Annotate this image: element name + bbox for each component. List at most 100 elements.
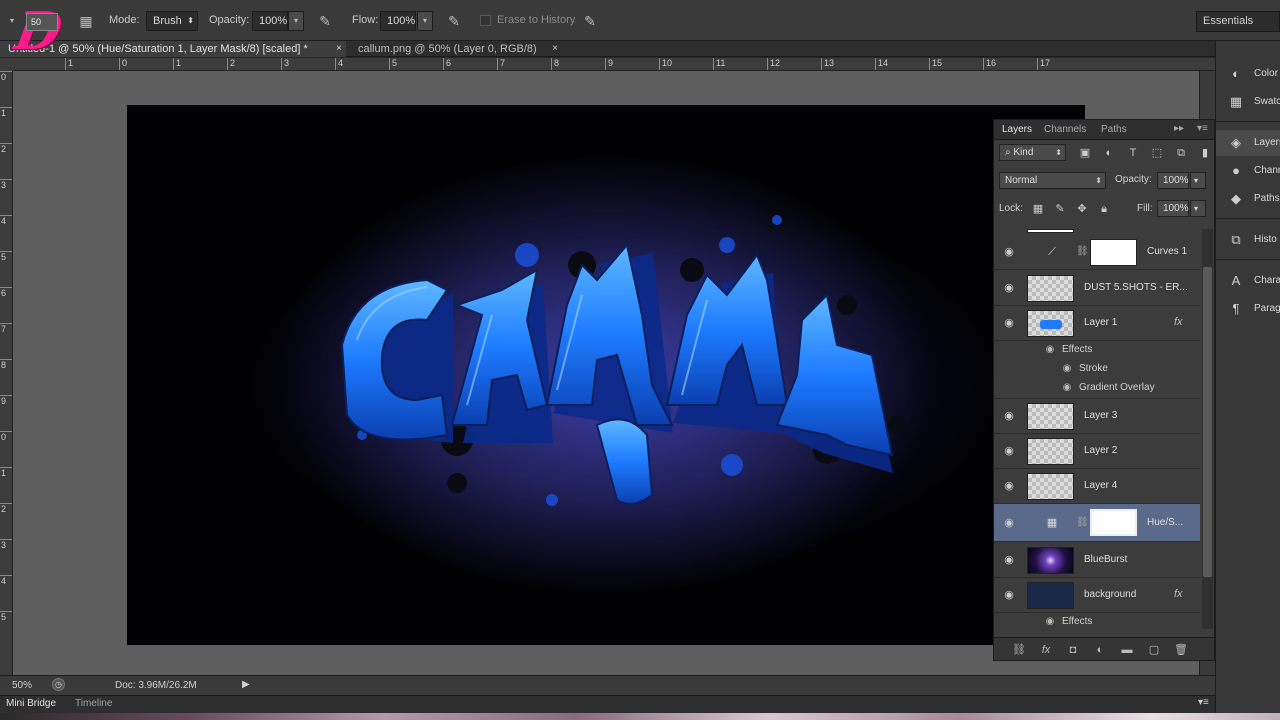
bottom-panel-menu-icon[interactable]: ▾≡ bbox=[1198, 697, 1209, 708]
blend-mode-select[interactable]: Normal ⬍ bbox=[999, 172, 1106, 189]
pressure-opacity-icon[interactable]: ✎ bbox=[315, 11, 335, 31]
layer-row-selected[interactable]: ◉ ▦ ⛓︎ Hue/S... bbox=[994, 504, 1200, 542]
status-info-icon[interactable]: ◷ bbox=[52, 678, 65, 691]
tab-mini-bridge[interactable]: Mini Bridge bbox=[6, 698, 56, 709]
filter-type-icon[interactable]: T bbox=[1125, 145, 1141, 161]
fx-icon[interactable]: fx bbox=[1174, 316, 1183, 328]
visibility-eye-icon[interactable]: ◉ bbox=[1002, 553, 1016, 567]
layer-row[interactable]: ◉ Layer 1 fx bbox=[994, 306, 1200, 341]
brush-panel-toggle-icon[interactable]: ▦ bbox=[76, 11, 96, 31]
tab-layers[interactable]: Layers bbox=[1002, 124, 1032, 135]
visibility-eye-icon[interactable]: ◉ bbox=[1002, 281, 1016, 295]
layer-row[interactable]: ◉ DUST 5.SHOTS - ER... bbox=[994, 271, 1200, 306]
layer-name[interactable]: Layer 4 bbox=[1084, 480, 1117, 491]
new-layer-icon[interactable]: ▢ bbox=[1147, 643, 1161, 657]
link-layers-icon[interactable]: ⛓︎ bbox=[1012, 643, 1026, 657]
filter-toggle-icon[interactable]: ▮ bbox=[1197, 145, 1213, 161]
workspace-switcher[interactable]: Essentials bbox=[1196, 11, 1280, 32]
scrollbar-thumb[interactable] bbox=[1203, 267, 1212, 577]
layer-name[interactable]: Hue/S... bbox=[1147, 517, 1183, 528]
layer-row[interactable]: ◉ Layer 3 bbox=[994, 399, 1200, 434]
effect-row-stroke[interactable]: ◉ Stroke bbox=[994, 360, 1200, 379]
fill-field[interactable]: 100% bbox=[1157, 200, 1189, 217]
layer-row[interactable]: ◉ background fx bbox=[994, 578, 1200, 613]
dock-item-swatches[interactable]: ▦ Swatc bbox=[1216, 89, 1280, 115]
layer-row[interactable]: ◉ ⟋ ⛓︎ Curves 1 bbox=[994, 235, 1200, 270]
add-style-fx-icon[interactable]: fx bbox=[1039, 643, 1053, 657]
delete-layer-trash-icon[interactable]: 🗑︎ bbox=[1174, 643, 1188, 657]
lock-position-icon[interactable]: ✥ bbox=[1074, 201, 1090, 217]
layers-scrollbar[interactable] bbox=[1202, 229, 1213, 629]
fx-icon[interactable]: fx bbox=[1174, 588, 1183, 600]
visibility-eye-icon[interactable]: ◉ bbox=[1061, 363, 1073, 375]
artwork-canvas[interactable] bbox=[127, 105, 1085, 645]
visibility-eye-icon[interactable]: ◉ bbox=[1002, 479, 1016, 493]
tab-close-icon[interactable]: × bbox=[336, 41, 342, 57]
tab-close-icon[interactable]: × bbox=[552, 41, 558, 57]
tab-timeline[interactable]: Timeline bbox=[75, 698, 112, 709]
dock-item-paths[interactable]: ◆ Paths bbox=[1216, 186, 1280, 212]
airbrush-icon[interactable]: ✎ bbox=[444, 11, 464, 31]
layer-row[interactable]: ◉ BlueBurst bbox=[994, 543, 1200, 578]
layer-name[interactable]: Curves 1 bbox=[1147, 246, 1187, 257]
opacity-dropdown-icon[interactable]: ▾ bbox=[288, 11, 304, 31]
visibility-eye-icon[interactable]: ◉ bbox=[1044, 616, 1056, 628]
lock-pixels-icon[interactable]: ✎ bbox=[1052, 201, 1068, 217]
tab-paths[interactable]: Paths bbox=[1101, 124, 1127, 135]
add-mask-icon[interactable]: ◘ bbox=[1066, 643, 1080, 657]
layer-name[interactable]: DUST 5.SHOTS - ER... bbox=[1084, 282, 1188, 293]
filter-pixel-icon[interactable]: ▣ bbox=[1077, 145, 1093, 161]
flow-dropdown-icon[interactable]: ▾ bbox=[417, 11, 433, 31]
layer-mask-thumbnail[interactable] bbox=[1090, 509, 1137, 536]
lock-transparent-icon[interactable]: ▦ bbox=[1030, 201, 1046, 217]
visibility-eye-icon[interactable]: ◉ bbox=[1002, 245, 1016, 259]
layer-list[interactable]: ◉ ⟋ ⛓︎ Curves 1 ◉ DUST 5.SHOTS - ER... ◉… bbox=[994, 229, 1200, 629]
dock-item-character[interactable]: A Chara bbox=[1216, 268, 1280, 294]
panel-menu-icon[interactable]: ▾≡ bbox=[1197, 123, 1208, 134]
layer-name[interactable]: Layer 2 bbox=[1084, 445, 1117, 456]
dock-item-layers[interactable]: ◈ Layers bbox=[1216, 130, 1280, 156]
visibility-eye-icon[interactable]: ◉ bbox=[1044, 344, 1056, 356]
layer-name[interactable]: background bbox=[1084, 589, 1136, 600]
pressure-size-icon[interactable]: ✎ bbox=[580, 11, 600, 31]
fill-dropdown-icon[interactable]: ▾ bbox=[1190, 200, 1206, 217]
status-menu-arrow-icon[interactable]: ▶ bbox=[242, 679, 250, 690]
brush-size-field[interactable]: 50 bbox=[26, 13, 58, 31]
visibility-eye-icon[interactable]: ◉ bbox=[1002, 409, 1016, 423]
layer-row[interactable]: ◉ Layer 2 bbox=[994, 434, 1200, 469]
flow-field[interactable]: 100% bbox=[380, 11, 416, 31]
new-group-folder-icon[interactable]: ▬ bbox=[1120, 643, 1134, 657]
collapse-icon[interactable]: ▸▸ bbox=[1174, 123, 1184, 134]
layer-name[interactable]: Layer 1 bbox=[1084, 317, 1117, 328]
dock-item-paragraph[interactable]: ¶ Parag bbox=[1216, 296, 1280, 322]
tab-callum[interactable]: callum.png @ 50% (Layer 0, RGB/8) × bbox=[350, 41, 562, 57]
mode-select[interactable]: Brush ⬍ bbox=[146, 11, 198, 31]
layer-mask-thumbnail[interactable] bbox=[1090, 239, 1137, 266]
filter-adjustment-icon[interactable]: ◐ bbox=[1101, 145, 1117, 161]
filter-kind-select[interactable]: ⌕ Kind ⬍ bbox=[999, 144, 1066, 161]
filter-smart-object-icon[interactable]: ⧉ bbox=[1173, 145, 1189, 161]
effects-row[interactable]: ◉ Effects bbox=[994, 613, 1200, 629]
erase-to-history-checkbox[interactable] bbox=[480, 15, 491, 26]
visibility-eye-icon[interactable]: ◉ bbox=[1002, 516, 1016, 530]
tab-channels[interactable]: Channels bbox=[1044, 124, 1086, 135]
effect-row-gradient-overlay[interactable]: ◉ Gradient Overlay bbox=[994, 379, 1200, 399]
visibility-eye-icon[interactable]: ◉ bbox=[1061, 382, 1073, 394]
dock-item-channels[interactable]: ● Chann bbox=[1216, 158, 1280, 184]
lock-all-icon[interactable]: 🔒︎ bbox=[1096, 201, 1112, 217]
opacity-field[interactable]: 100% bbox=[252, 11, 288, 31]
layer-name[interactable]: BlueBurst bbox=[1084, 554, 1127, 565]
effects-row[interactable]: ◉ Effects bbox=[994, 341, 1200, 360]
layer-opacity-field[interactable]: 100% bbox=[1157, 172, 1189, 189]
visibility-eye-icon[interactable]: ◉ bbox=[1002, 588, 1016, 602]
dock-item-color[interactable]: ◐ Color bbox=[1216, 61, 1280, 87]
filter-shape-icon[interactable]: ⬚ bbox=[1149, 145, 1165, 161]
zoom-level[interactable]: 50% bbox=[12, 680, 32, 691]
dock-item-history[interactable]: ⧉ Histo bbox=[1216, 227, 1280, 253]
visibility-eye-icon[interactable]: ◉ bbox=[1002, 444, 1016, 458]
layer-opacity-dropdown-icon[interactable]: ▾ bbox=[1190, 172, 1206, 189]
layer-name[interactable]: Layer 3 bbox=[1084, 410, 1117, 421]
new-adjustment-layer-icon[interactable]: ◐ bbox=[1093, 643, 1107, 657]
visibility-eye-icon[interactable]: ◉ bbox=[1002, 316, 1016, 330]
layer-row[interactable]: ◉ Layer 4 bbox=[994, 469, 1200, 504]
